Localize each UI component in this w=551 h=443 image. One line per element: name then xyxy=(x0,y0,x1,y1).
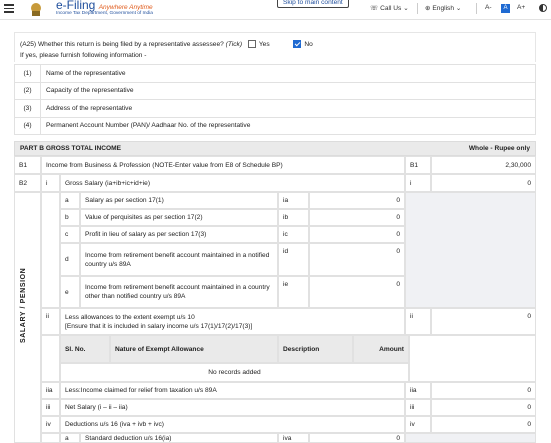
partb-section-header: PART B GROSS TOTAL INCOME Whole - Rupee … xyxy=(14,141,536,156)
font-increase-button[interactable]: A+ xyxy=(517,4,525,11)
salary-item-ref: ia xyxy=(278,192,309,209)
font-decrease-button[interactable]: A- xyxy=(485,4,492,11)
row-ref: iv xyxy=(405,416,431,433)
representative-followup-text: If yes, please furnish following informa… xyxy=(20,52,147,59)
b1-value: 2,30,000 xyxy=(431,156,536,174)
chevron-down-icon: ⌄ xyxy=(455,5,462,12)
salary-indent-cell xyxy=(41,192,60,308)
row-value: 0 xyxy=(431,416,536,433)
exempt-indent-cell xyxy=(41,335,60,382)
row-label: Net Salary (i – ii – iia) xyxy=(60,399,405,416)
row-ref: iii xyxy=(405,399,431,416)
row-value: 0 xyxy=(431,399,536,416)
allowance-ref: ii xyxy=(405,308,431,335)
b2-label: Gross Salary (ia+ib+ic+id+ie) xyxy=(60,174,405,192)
row-code: iv xyxy=(41,416,60,433)
salary-item-ref: ic xyxy=(278,226,309,243)
salary-item-letter: c xyxy=(60,226,80,243)
salary-item-letter: e xyxy=(60,276,80,308)
exempt-col-amount: Amount xyxy=(353,335,409,363)
salary-pension-side-label: SALARY / PENSION xyxy=(14,192,41,443)
b2-ref: i xyxy=(405,174,431,192)
representative-question: (A25) Whether this return is being filed… xyxy=(20,40,313,48)
indent-cell xyxy=(41,433,60,443)
deduction-input[interactable]: 0 xyxy=(309,433,405,443)
exempt-right-blank xyxy=(409,335,536,382)
contrast-toggle-icon[interactable] xyxy=(539,4,547,12)
exempt-col-nature: Nature of Exempt Allowance xyxy=(110,335,278,363)
deduction-blank xyxy=(405,433,536,443)
allowance-label: Less allowances to the extent exempt u/s… xyxy=(60,308,405,335)
globe-icon: ⊕ xyxy=(425,5,431,12)
hamburger-menu-icon[interactable] xyxy=(4,4,14,13)
salary-item-letter: b xyxy=(60,209,80,226)
phone-icon: ☏ xyxy=(370,5,379,12)
b1-ref: B1 xyxy=(405,156,431,174)
yes-checkbox[interactable] xyxy=(247,40,256,48)
no-checkbox[interactable] xyxy=(293,40,302,48)
skip-to-main-link[interactable]: Skip to main content xyxy=(277,0,349,8)
allowance-code: ii xyxy=(41,308,60,335)
header-divider xyxy=(417,3,418,14)
salary-item-label: Value of perquisites as per section 17(2… xyxy=(80,209,278,226)
salary-item-ref: ib xyxy=(278,209,309,226)
deduction-label: Standard deduction u/s 16(ia) xyxy=(80,433,278,443)
row-label: Less:Income claimed for relief from taxa… xyxy=(60,382,405,399)
exempt-col-slno: Sl. No. xyxy=(60,335,110,363)
salary-item-label: Profit in lieu of salary as per section … xyxy=(80,226,278,243)
salary-item-input[interactable]: 0 xyxy=(309,209,405,226)
row-code: iii xyxy=(41,399,60,416)
salary-item-label: Income from retirement benefit account m… xyxy=(80,243,278,276)
row-ref: iia xyxy=(405,382,431,399)
salary-item-letter: d xyxy=(60,243,80,276)
salary-item-ref: id xyxy=(278,243,309,276)
b2-code: B2 xyxy=(14,174,41,192)
row-value: 0 xyxy=(431,382,536,399)
font-normal-button[interactable]: A xyxy=(501,4,510,13)
allowance-value: 0 xyxy=(431,308,536,335)
salary-item-ref: ie xyxy=(278,276,309,308)
salary-summary-blank xyxy=(405,192,536,308)
table-row: (3) Address of the representative xyxy=(14,99,536,118)
row-code: iia xyxy=(41,382,60,399)
b2-sub: i xyxy=(41,174,60,192)
row-label: Deductions u/s 16 (iva + ivb + ivc) xyxy=(60,416,405,433)
b1-code: B1 xyxy=(14,156,41,174)
deduction-letter: a xyxy=(60,433,80,443)
deduction-ref: iva xyxy=(278,433,309,443)
salary-item-label: Income from retirement benefit account m… xyxy=(80,276,278,308)
salary-item-label: Salary as per section 17(1) xyxy=(80,192,278,209)
table-row: (2) Capacity of the representative xyxy=(14,81,536,100)
chevron-down-icon: ⌄ xyxy=(403,5,409,12)
exempt-empty-message: No records added xyxy=(60,363,409,382)
table-row: (1) Name of the representative xyxy=(14,64,536,83)
salary-item-input[interactable]: 0 xyxy=(309,243,405,276)
call-us-menu[interactable]: ☏ Call Us ⌄ xyxy=(370,4,409,12)
salary-item-input[interactable]: 0 xyxy=(309,276,405,308)
brand-subtitle: Income Tax Department, Government of Ind… xyxy=(56,11,153,16)
header-divider xyxy=(476,3,477,14)
b1-label: Income from Business & Profession (NOTE-… xyxy=(41,156,405,174)
salary-item-letter: a xyxy=(60,192,80,209)
b2-value: 0 xyxy=(431,174,536,192)
site-header: e-Filing Anywhere Anytime Income Tax Dep… xyxy=(0,0,551,20)
salary-item-input[interactable]: 0 xyxy=(309,192,405,209)
emblem-logo xyxy=(22,1,50,18)
table-row: (4) Permanent Account Number (PAN)/ Aadha… xyxy=(14,116,536,135)
salary-item-input[interactable]: 0 xyxy=(309,226,405,243)
exempt-col-description: Description xyxy=(278,335,353,363)
language-selector[interactable]: ⊕ English ⌄ xyxy=(425,4,461,12)
representative-table: (1) Name of the representative (2) Capacit… xyxy=(14,64,536,135)
